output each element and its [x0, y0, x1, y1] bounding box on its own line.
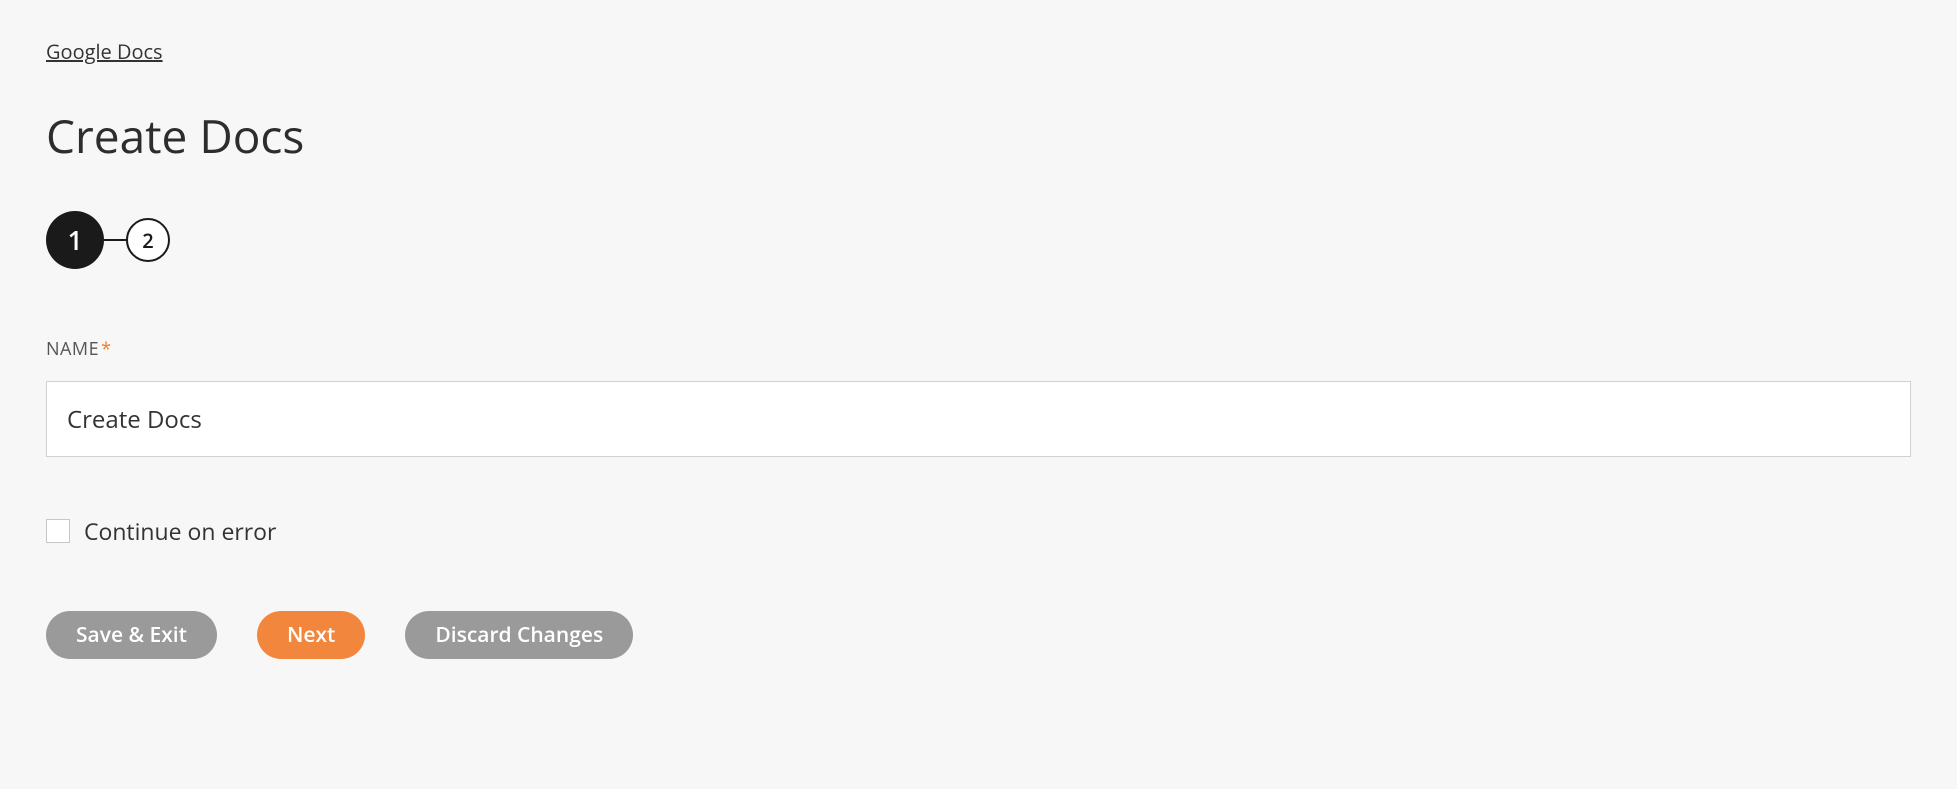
step-connector — [104, 239, 126, 241]
page-title: Create Docs — [46, 105, 1911, 167]
button-row: Save & Exit Next Discard Changes — [46, 611, 1911, 659]
discard-changes-button[interactable]: Discard Changes — [405, 611, 633, 659]
continue-on-error-label: Continue on error — [84, 515, 276, 547]
step-2[interactable]: 2 — [126, 218, 170, 262]
breadcrumb-link[interactable]: Google Docs — [46, 38, 163, 65]
next-button[interactable]: Next — [257, 611, 365, 659]
required-star-icon: * — [101, 337, 111, 361]
step-1[interactable]: 1 — [46, 211, 104, 269]
continue-on-error-row: Continue on error — [46, 515, 1911, 547]
name-label-text: NAME — [46, 337, 99, 361]
save-exit-button[interactable]: Save & Exit — [46, 611, 217, 659]
stepper: 1 2 — [46, 211, 1911, 269]
name-input[interactable] — [46, 381, 1911, 457]
continue-on-error-checkbox[interactable] — [46, 519, 70, 543]
name-field-label: NAME* — [46, 337, 1911, 361]
